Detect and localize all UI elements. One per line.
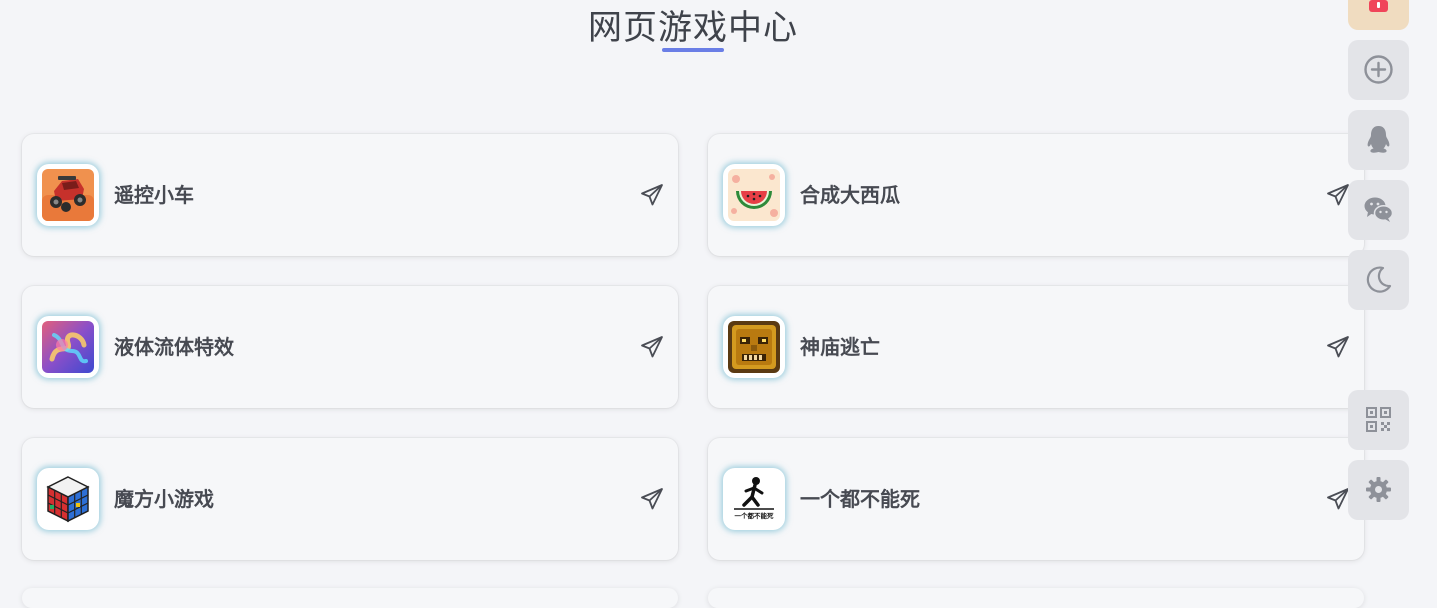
wechat-button[interactable] (1348, 180, 1409, 240)
watermelon-icon (728, 169, 780, 221)
fluid-effect-icon (42, 321, 94, 373)
game-card-watermelon[interactable]: 合成大西瓜 (708, 134, 1364, 256)
gear-icon (1366, 477, 1391, 502)
title-underline (662, 48, 724, 52)
wechat-icon (1364, 197, 1394, 222)
game-icon-frame (37, 468, 99, 530)
qrcode-button[interactable] (1348, 390, 1409, 450)
qrcode-icon (1366, 407, 1391, 432)
game-name: 合成大西瓜 (800, 183, 900, 207)
game-name: 魔方小游戏 (114, 487, 214, 511)
gift-icon (1369, 0, 1388, 12)
icon-caption: 一个都不能死 (735, 511, 775, 520)
paper-plane-icon[interactable] (640, 487, 664, 511)
game-icon-frame: 一个都不能死 (723, 468, 785, 530)
rc-car-icon (42, 169, 94, 221)
stickman-runner-icon: 一个都不能死 (728, 473, 780, 525)
paper-plane-icon[interactable] (1326, 487, 1350, 511)
moon-icon (1366, 266, 1392, 293)
qq-icon (1367, 126, 1390, 153)
game-card-fluid[interactable]: 液体流体特效 (22, 286, 678, 408)
paper-plane-icon[interactable] (1326, 335, 1350, 359)
game-name: 液体流体特效 (114, 335, 234, 359)
game-icon-frame (37, 164, 99, 226)
temple-run-icon (728, 321, 780, 373)
paper-plane-icon[interactable] (640, 183, 664, 207)
game-card-partial[interactable] (708, 588, 1364, 608)
game-card-partial[interactable] (22, 588, 678, 608)
game-name: 遥控小车 (114, 183, 194, 207)
dark-mode-button[interactable] (1348, 250, 1409, 310)
page-title: 网页游戏中心 (588, 8, 798, 48)
game-icon-frame (37, 316, 99, 378)
game-name: 神庙逃亡 (800, 335, 880, 359)
paper-plane-icon[interactable] (1326, 183, 1350, 207)
qq-button[interactable] (1348, 110, 1409, 170)
game-name: 一个都不能死 (800, 487, 920, 511)
game-icon-frame (723, 164, 785, 226)
rubiks-cube-icon (42, 473, 94, 525)
add-button[interactable] (1348, 40, 1409, 100)
gift-button[interactable] (1348, 0, 1409, 30)
settings-button[interactable] (1348, 460, 1409, 520)
game-card-rubiks-cube[interactable]: 魔方小游戏 (22, 438, 678, 560)
game-icon-frame (723, 316, 785, 378)
game-card-rc-car[interactable]: 遥控小车 (22, 134, 678, 256)
paper-plane-icon[interactable] (640, 335, 664, 359)
game-card-stickman[interactable]: 一个都不能死 一个都不能死 (708, 438, 1364, 560)
plus-circle-icon (1364, 55, 1393, 84)
game-card-temple-run[interactable]: 神庙逃亡 (708, 286, 1364, 408)
